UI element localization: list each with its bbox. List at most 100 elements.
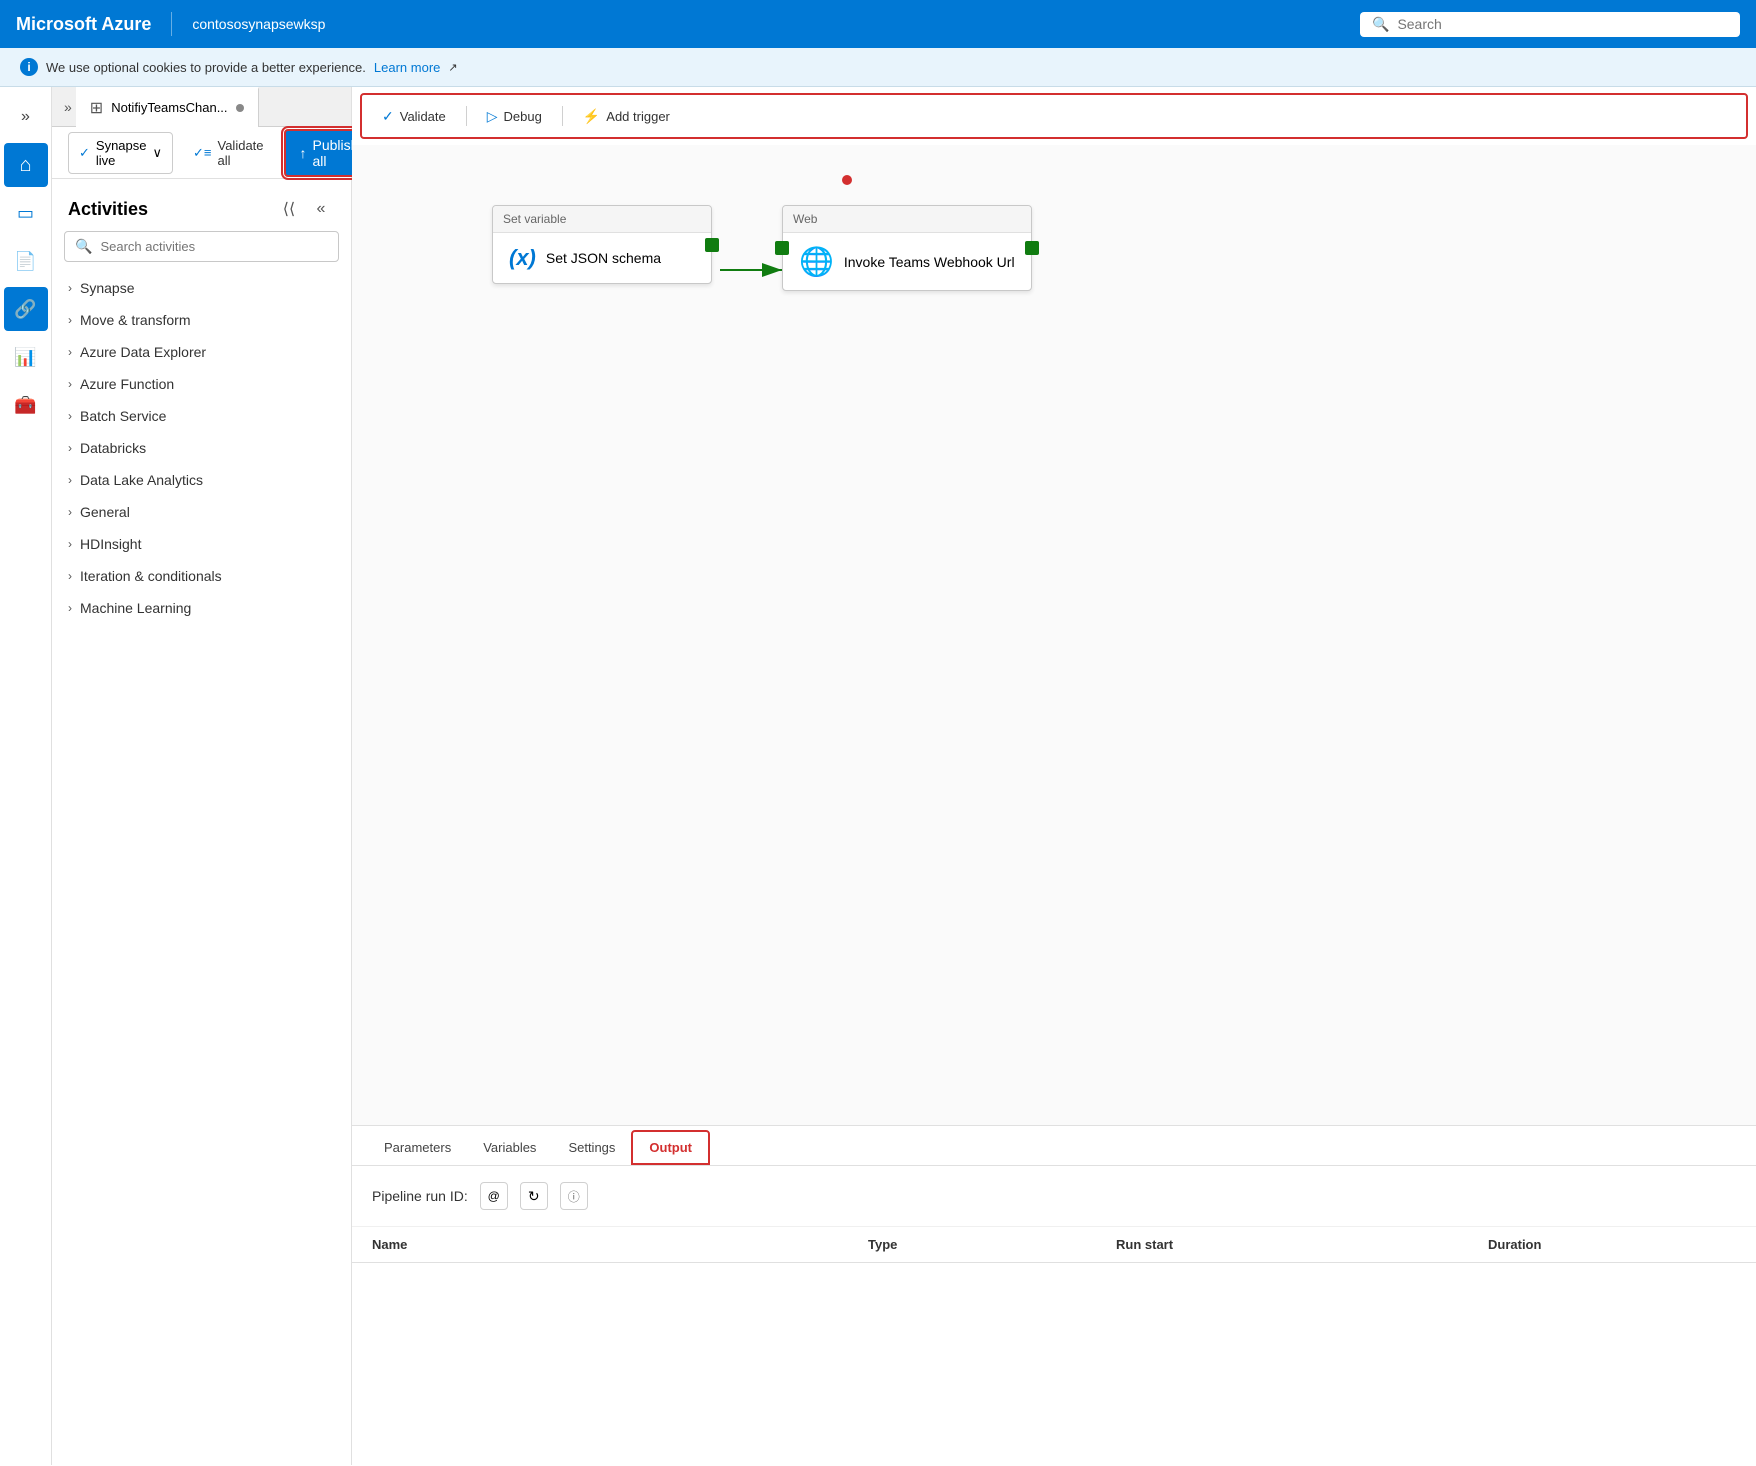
sidebar-item-document[interactable]: 📄 [4,239,48,283]
cookie-banner: i We use optional cookies to provide a b… [0,48,1756,87]
activity-group-label: Synapse [80,280,134,296]
col-type: Type [868,1237,1116,1252]
sidebar-item-monitor[interactable]: 📊 [4,335,48,379]
activity-group-iteration-conditionals[interactable]: › Iteration & conditionals [52,560,351,592]
info-icon: i [20,58,38,76]
search-activities-input[interactable] [100,239,328,254]
add-trigger-button[interactable]: ⚡ Add trigger [571,103,682,130]
activity-group-label: General [80,504,130,520]
search-activities-icon: 🔍 [75,238,92,255]
collapse-panel-icon[interactable]: « [307,195,335,223]
debug-button[interactable]: ▷ Debug [475,103,554,130]
add-trigger-icon: ⚡ [583,108,600,125]
publish-toolbar: ✓ Synapse live ∨ ✓≡ Validate all ↑ Publi… [52,127,351,179]
activity-group-synapse[interactable]: › Synapse [52,272,351,304]
activity-group-move-transform[interactable]: › Move & transform [52,304,351,336]
top-bar: Microsoft Azure contososynapsewksp 🔍 [0,0,1756,48]
activity-group-label: Batch Service [80,408,166,424]
tab-settings[interactable]: Settings [552,1132,631,1165]
external-link-icon: ↗ [448,61,457,74]
set-variable-icon: (x) [509,245,536,271]
activity-group-machine-learning[interactable]: › Machine Learning [52,592,351,624]
pipeline-run-id-label: Pipeline run ID: [372,1188,468,1204]
activity-group-azure-function[interactable]: › Azure Function [52,368,351,400]
chevron-right-icon: › [68,281,72,295]
sidebar-item-database[interactable]: ▭ [4,191,48,235]
sidebar-item-toolbox[interactable]: 🧰 [4,383,48,427]
activity-group-label: Iteration & conditionals [80,568,222,584]
pipeline-arrow [352,145,1756,1125]
pipeline-run-section: Pipeline run ID: @ ↻ ⓘ [352,1166,1756,1227]
search-icon: 🔍 [1372,16,1389,33]
web-header: Web [783,206,1031,233]
set-variable-node[interactable]: Set variable (x) Set JSON schema [492,205,712,284]
expand-icon[interactable]: » [4,95,48,139]
chevron-right-icon: › [68,377,72,391]
synapse-live-icon: ✓ [79,145,90,161]
activity-group-hdinsight[interactable]: › HDInsight [52,528,351,560]
search-input[interactable] [1397,16,1728,32]
search-bar: 🔍 [1360,12,1740,37]
cookie-text: We use optional cookies to provide a bet… [46,60,366,75]
tab-parameters[interactable]: Parameters [368,1132,467,1165]
set-variable-output-connector[interactable] [705,238,719,252]
bottom-tabs: Parameters Variables Settings Output [352,1126,1756,1166]
pipeline-toolbar-wrapper: ✓ Validate ▷ Debug ⚡ Add trigger [360,93,1748,139]
activity-group-label: Machine Learning [80,600,191,616]
col-duration: Duration [1488,1237,1736,1252]
validate-label: Validate [400,109,446,124]
activity-group-label: Azure Function [80,376,174,392]
pipeline-canvas[interactable]: Set variable (x) Set JSON schema Web [352,145,1756,1125]
chevron-right-icon: › [68,473,72,487]
activity-group-label: Azure Data Explorer [80,344,206,360]
chevron-right-icon: › [68,441,72,455]
workspace-name: contososynapsewksp [192,16,325,32]
activities-header-icons: ⟨⟨ « [275,195,335,223]
tab-variables[interactable]: Variables [467,1132,552,1165]
activity-group-databricks[interactable]: › Databricks [52,432,351,464]
expand-panel-icon[interactable]: » [60,97,76,117]
run-info-button[interactable]: ⓘ [560,1182,588,1210]
web-output-connector[interactable] [1025,241,1039,255]
chevron-right-icon: › [68,409,72,423]
tab-output[interactable]: Output [631,1130,710,1165]
main-layout: » ⌂ ▭ 📄 🔗 📊 🧰 » ⊞ NotifiyTeamsChan... ✓ … [0,87,1756,1465]
col-name: Name [372,1237,868,1252]
error-dot [842,175,852,185]
validate-check-icon: ✓ [382,108,394,125]
activity-group-azure-data-explorer[interactable]: › Azure Data Explorer [52,336,351,368]
app-title: Microsoft Azure [16,14,151,35]
set-variable-header: Set variable [493,206,711,233]
learn-more-link[interactable]: Learn more [374,60,440,75]
pipeline-tab[interactable]: ⊞ NotifiyTeamsChan... [76,87,259,127]
activity-group-label: HDInsight [80,536,141,552]
icon-sidebar: » ⌂ ▭ 📄 🔗 📊 🧰 [0,87,52,1465]
synapse-live-button[interactable]: ✓ Synapse live ∨ [68,132,173,174]
publish-icon: ↑ [300,145,307,161]
run-id-mention-button[interactable]: @ [480,1182,508,1210]
web-input-connector[interactable] [775,241,789,255]
sidebar-item-home[interactable]: ⌂ [4,143,48,187]
web-node[interactable]: Web 🌐 Invoke Teams Webhook Url [782,205,1032,291]
run-refresh-button[interactable]: ↻ [520,1182,548,1210]
validate-all-label: Validate all [218,138,264,168]
debug-play-icon: ▷ [487,108,498,125]
chevron-right-icon: › [68,537,72,551]
activity-group-batch-service[interactable]: › Batch Service [52,400,351,432]
activity-group-label: Data Lake Analytics [80,472,203,488]
pipeline-editor-area: ✓ Validate ▷ Debug ⚡ Add trigger Set var… [352,87,1756,1465]
validate-button[interactable]: ✓ Validate [370,103,458,130]
tab-unsaved-dot [236,104,244,112]
sidebar-item-integrate[interactable]: 🔗 [4,287,48,331]
web-icon: 🌐 [799,245,834,278]
search-activities-bar[interactable]: 🔍 [64,231,339,262]
activity-groups-list: › Synapse › Move & transform › Azure Dat… [52,272,351,624]
activity-group-label: Databricks [80,440,146,456]
web-label: Invoke Teams Webhook Url [844,254,1015,270]
validate-all-button[interactable]: ✓≡ Validate all [181,133,276,173]
validate-all-icon: ✓≡ [193,145,211,161]
activity-group-data-lake-analytics[interactable]: › Data Lake Analytics [52,464,351,496]
activities-title: Activities [68,199,148,220]
activity-group-general[interactable]: › General [52,496,351,528]
collapse-icon[interactable]: ⟨⟨ [275,195,303,223]
